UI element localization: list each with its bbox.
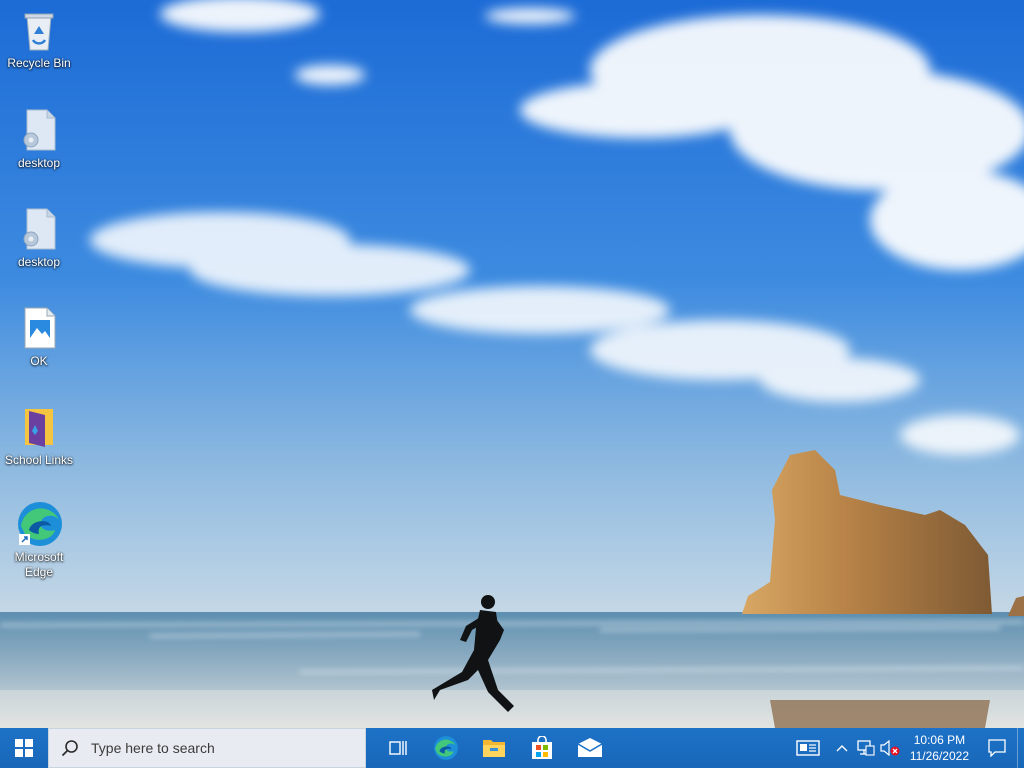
mail-icon: [577, 738, 603, 757]
taskbar-mail-button[interactable]: [566, 728, 614, 768]
desktop-icon-label: Microsoft Edge: [14, 550, 64, 579]
desktop-icon-label: School Links: [4, 453, 74, 467]
recycle-bin-icon: [24, 13, 54, 51]
desktop-icon-label: desktop: [17, 255, 61, 269]
windows-logo-icon: [15, 739, 33, 757]
volume-muted-icon: [880, 740, 900, 756]
taskbar: 10:06 PM 11/26/2022: [0, 728, 1024, 768]
show-desktop-button[interactable]: [1017, 728, 1024, 768]
taskbar-search-box[interactable]: [48, 728, 366, 768]
system-tray: 10:06 PM 11/26/2022: [790, 728, 1024, 768]
desktop-icon-desktop-2[interactable]: desktop: [0, 205, 78, 270]
desktop-icon-microsoft-edge[interactable]: Microsoft Edge: [0, 500, 78, 580]
edge-icon: [18, 502, 62, 546]
folder-icon: [25, 409, 53, 447]
notification-icon: [988, 739, 1006, 757]
settings-file-icon: [23, 109, 56, 151]
image-file-icon: [24, 307, 56, 349]
desktop-icon-desktop-1[interactable]: desktop: [0, 106, 78, 171]
clock-date: 11/26/2022: [909, 749, 969, 763]
taskbar-clock[interactable]: 10:06 PM 11/26/2022: [902, 732, 977, 764]
search-input[interactable]: [89, 739, 343, 757]
desktop-icon-recycle-bin[interactable]: Recycle Bin: [0, 6, 78, 71]
search-icon: [61, 740, 78, 757]
clock-time: 10:06 PM: [913, 733, 966, 747]
network-button[interactable]: [854, 728, 878, 768]
news-button[interactable]: [790, 728, 826, 768]
desktop-icon-label: OK: [30, 354, 48, 368]
settings-file-icon: [23, 208, 56, 250]
action-center-button[interactable]: [977, 728, 1017, 768]
taskbar-file-explorer-button[interactable]: [470, 728, 518, 768]
desktop-icon-ok[interactable]: OK: [0, 304, 78, 369]
taskbar-store-button[interactable]: [518, 728, 566, 768]
news-icon: [796, 740, 820, 756]
store-icon: [532, 736, 552, 759]
start-button[interactable]: [0, 728, 48, 768]
volume-button[interactable]: [878, 728, 902, 768]
taskbar-edge-button[interactable]: [422, 728, 470, 768]
network-icon: [857, 740, 875, 756]
task-view-icon: [389, 741, 407, 755]
desktop-icon-school-links[interactable]: School Links: [0, 403, 78, 468]
edge-icon: [434, 736, 458, 760]
show-hidden-icons-button[interactable]: [830, 728, 854, 768]
task-view-button[interactable]: [374, 728, 422, 768]
desktop-wallpaper: [0, 0, 1024, 728]
chevron-up-icon: [836, 745, 848, 752]
desktop-icon-label: Recycle Bin: [7, 56, 71, 70]
folder-icon: [483, 740, 505, 757]
desktop-icon-label: desktop: [17, 156, 61, 170]
